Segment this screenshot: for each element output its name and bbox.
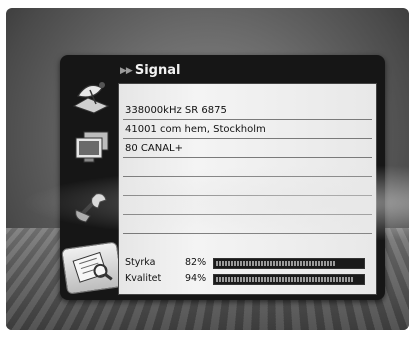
signal-strength-meter: Styrka 82%	[123, 256, 372, 270]
strength-label: Styrka	[125, 257, 156, 268]
channel-row: 80 CANAL+	[123, 140, 372, 158]
title-arrows-icon: ▶▶	[120, 66, 133, 76]
quality-bar	[213, 274, 365, 285]
signal-info-panel: 338000kHz SR 6875 41001 com hem, Stockho…	[118, 83, 377, 295]
empty-row	[123, 178, 372, 196]
signal-info-icon[interactable]	[61, 241, 123, 295]
window-title: ▶▶ Signal	[120, 63, 181, 78]
menu-sidebar	[61, 73, 123, 298]
strength-bar-fill	[216, 261, 336, 266]
monitor-tv-icon[interactable]	[64, 125, 118, 169]
empty-row	[123, 216, 372, 234]
satellite-dish-icon[interactable]	[64, 73, 118, 117]
tv-screen: ▶▶ Signal 338000kHz SR 6875 41001 com he…	[6, 8, 409, 330]
quality-bar-fill	[216, 277, 353, 282]
empty-row	[123, 159, 372, 177]
empty-row	[123, 197, 372, 215]
quality-percent: 94%	[185, 273, 207, 284]
strength-bar	[213, 258, 365, 269]
quality-label: Kvalitet	[125, 273, 162, 284]
strength-percent: 82%	[185, 257, 207, 268]
signal-menu-window: ▶▶ Signal 338000kHz SR 6875 41001 com he…	[60, 55, 385, 300]
transponder-row: 338000kHz SR 6875	[123, 102, 372, 120]
signal-quality-meter: Kvalitet 94%	[123, 272, 372, 286]
network-row: 41001 com hem, Stockholm	[123, 121, 372, 139]
tools-icon[interactable]	[64, 185, 118, 229]
